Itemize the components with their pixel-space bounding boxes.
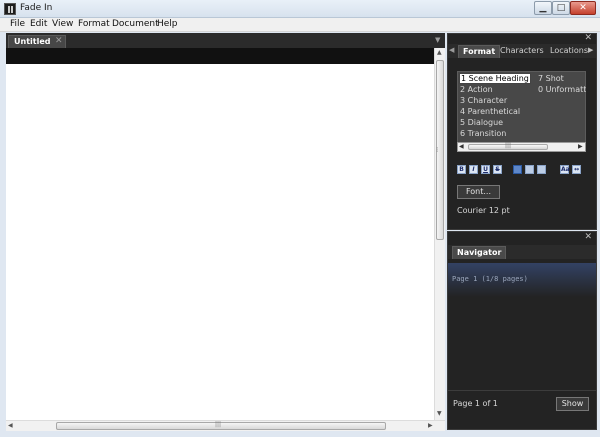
close-format-panel-icon[interactable]: ✕ [584,33,592,43]
editor-tab-bar: Untitled ✕ ▼ [6,33,445,48]
tab-scroll-left-icon[interactable]: ◀ [449,46,454,54]
align-right-icon[interactable] [537,165,546,174]
tab-characters[interactable]: Characters [496,45,548,58]
scroll-grip-icon: ||| [215,421,222,428]
tab-scroll-right-icon[interactable]: ▶ [588,46,593,54]
close-navigator-icon[interactable]: ✕ [584,232,592,242]
spacing-button[interactable]: ↔ [572,165,581,174]
align-center-icon[interactable] [525,165,534,174]
menu-file[interactable]: File [10,19,25,29]
menu-view[interactable]: View [52,19,73,29]
tab-navigator[interactable]: Navigator [452,246,507,259]
editor-vertical-scrollbar[interactable]: ▲ ▼ [434,48,445,420]
page-counter: Page 1 of 1 [453,399,498,408]
divider [448,390,596,391]
show-button[interactable]: Show [556,397,589,411]
arrow-right-icon[interactable]: ▶ [428,422,433,429]
navigator-panel: ✕ Navigator Page 1 (1/8 pages) Page 1 of… [447,231,597,430]
maximize-button[interactable]: □ [552,1,570,15]
element-list-scrollbar[interactable]: ◀ ||| ▶ [457,142,586,152]
element-parenthetical[interactable]: 4 Parenthetical [460,107,520,116]
element-unformatted[interactable]: 0 Unformatted [538,85,586,94]
arrow-down-icon[interactable]: ▼ [437,410,442,417]
element-transition[interactable]: 6 Transition [460,129,506,138]
element-character[interactable]: 3 Character [460,96,507,105]
script-editor-page[interactable] [6,64,434,420]
editor-horizontal-scrollbar[interactable]: ◀ ||| ▶ [6,420,445,431]
tab-list-dropdown-icon[interactable]: ▼ [435,36,440,44]
scroll-grip-icon: ||| [505,142,512,149]
element-scroll-thumb[interactable]: ||| [468,142,548,150]
element-list[interactable]: 1 Scene Heading 2 Action 3 Character 4 P… [457,71,586,152]
navigator-page-label: Page 1 (1/8 pages) [452,275,528,283]
tab-title: Untitled [14,37,51,46]
case-button[interactable]: Aa [560,165,570,174]
tab-format[interactable]: Format [458,45,501,58]
bold-button[interactable]: B [457,165,466,174]
minimize-button[interactable]: ▁ [534,1,552,15]
arrow-up-icon[interactable]: ▲ [437,49,442,56]
menu-document[interactable]: Document [112,19,159,29]
align-left-icon[interactable] [513,165,522,174]
element-dialogue[interactable]: 5 Dialogue [460,118,503,127]
navigator-page-item[interactable]: Page 1 (1/8 pages) [448,263,596,297]
window-title: Fade In [20,3,53,13]
underline-button[interactable]: U [481,165,490,174]
menu-format[interactable]: Format [78,19,110,29]
font-button[interactable]: Font... [457,185,500,199]
italic-button[interactable]: I [469,165,478,174]
format-panel: ✕ ◀ Format Characters Locations ▶ 1 Scen… [447,33,597,230]
close-tab-icon[interactable]: ✕ [55,36,63,46]
arrow-right-icon[interactable]: ▶ [578,143,583,150]
element-scene-heading[interactable]: 1 Scene Heading [459,73,531,84]
navigator-tab-bar: Navigator [448,245,596,259]
splitter-grip-icon[interactable]: ⁞ [436,146,438,154]
menu-edit[interactable]: Edit [30,19,47,29]
close-window-button[interactable]: ✕ [570,1,596,15]
ruler [6,48,445,64]
tab-locations[interactable]: Locations [546,45,592,58]
format-panel-tabs: ◀ Format Characters Locations ▶ [448,44,596,58]
horizontal-scroll-thumb[interactable]: ||| [56,421,386,430]
element-shot[interactable]: 7 Shot [538,74,564,83]
tab-untitled[interactable]: Untitled ✕ [8,35,66,48]
element-action[interactable]: 2 Action [460,85,493,94]
app-logo-icon [4,3,16,15]
strikethrough-button[interactable]: S [493,165,502,174]
arrow-left-icon[interactable]: ◀ [8,422,13,429]
menu-bar: File Edit View Format Document Help [0,18,600,32]
arrow-left-icon[interactable]: ◀ [459,143,464,150]
current-font-label: Courier 12 pt [457,206,510,215]
title-bar: Fade In ▁ □ ✕ [0,0,600,18]
menu-help[interactable]: Help [157,19,178,29]
